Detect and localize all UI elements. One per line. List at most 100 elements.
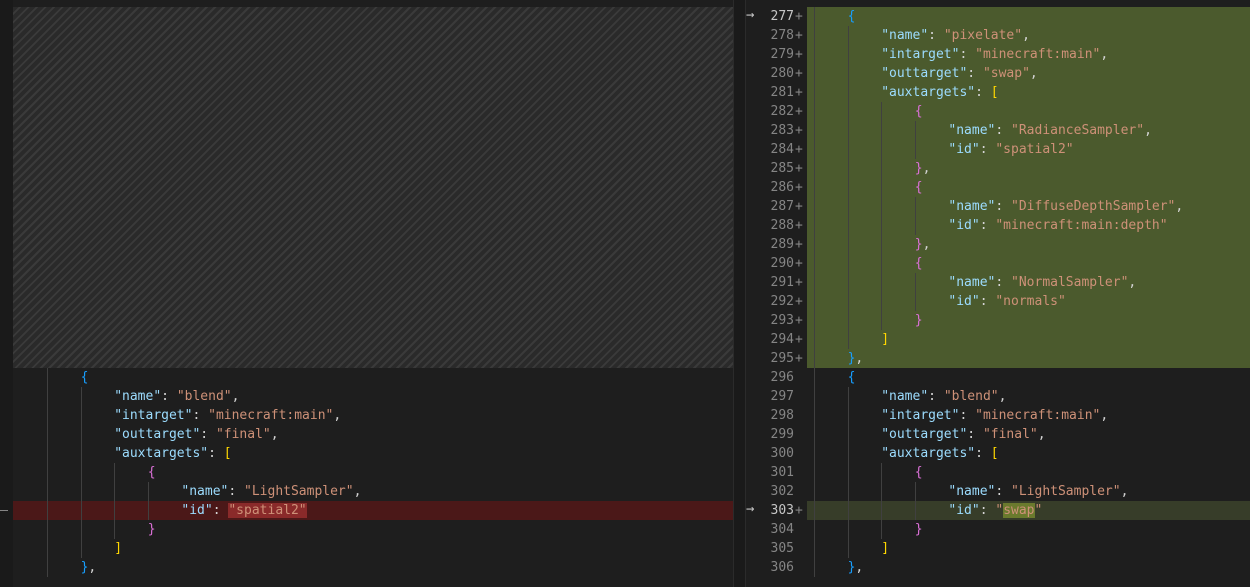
line-number: 290 <box>770 256 794 271</box>
indent-guide <box>814 330 815 349</box>
inserted-line[interactable]: 283 + "name": "RadianceSampler", <box>746 121 1250 140</box>
code-area: } <box>807 520 1250 539</box>
indent-guide <box>814 197 815 216</box>
indent-guide <box>814 520 815 539</box>
json-string: "blend" <box>176 389 232 404</box>
indent-guide <box>914 140 916 159</box>
inserted-line[interactable]: 291 + "name": "NormalSampler", <box>746 273 1250 292</box>
indent-guide <box>881 292 883 311</box>
code-line[interactable]: "name": "LightSampler", <box>13 482 733 501</box>
json-string: "spatial2" <box>995 142 1074 157</box>
indent-guide <box>80 425 82 444</box>
inserted-line[interactable]: 288 + "id": "minecraft:main:depth" <box>746 216 1250 235</box>
code-line[interactable]: "intarget": "minecraft:main", <box>13 406 733 425</box>
indent-guide <box>881 254 883 273</box>
inserted-line[interactable]: 281 + "auxtargets": [ <box>746 83 1250 102</box>
code-line[interactable]: 300 "auxtargets": [ <box>746 444 1250 463</box>
code-line[interactable]: 297 "name": "blend", <box>746 387 1250 406</box>
code-line[interactable]: ] <box>13 539 733 558</box>
inserted-line[interactable]: 280 + "outtarget": "swap", <box>746 64 1250 83</box>
modified-editor-pane[interactable]: 277 + →{278 + "name": "pixelate", 279 + "intarg… <box>746 0 1250 587</box>
json-string: " <box>995 503 1004 518</box>
code-line[interactable]: { <box>13 463 733 482</box>
code-area: { <box>807 254 1250 273</box>
code-line[interactable]: 305] <box>746 539 1250 558</box>
deleted-line[interactable]: "id": "spatial2" <box>13 501 733 520</box>
json-key: "name" <box>948 484 996 499</box>
json-key: "id" <box>948 218 980 233</box>
code-line[interactable]: } <box>13 520 733 539</box>
diff-split-sash[interactable] <box>733 0 746 587</box>
code-line[interactable]: 299 "outtarget": "final", <box>746 425 1250 444</box>
code-line[interactable]: { <box>13 368 733 387</box>
inserted-line[interactable]: 277 + →{ <box>746 7 1250 26</box>
indent-guide <box>814 482 815 501</box>
json-bracket: } <box>914 161 923 176</box>
code-line[interactable]: 306}, <box>746 558 1250 577</box>
inserted-line[interactable]: 282 + { <box>746 102 1250 121</box>
code-area: { <box>807 368 1250 387</box>
line-content: { <box>81 368 89 387</box>
indent-guide <box>114 463 116 482</box>
code-line[interactable]: "auxtargets": [ <box>13 444 733 463</box>
indent-guide <box>814 26 815 45</box>
inserted-line[interactable]: 294 +] <box>746 330 1250 349</box>
inserted-line[interactable]: 293 +} <box>746 311 1250 330</box>
indent-guide <box>147 501 149 520</box>
code-line[interactable]: 298 "intarget": "minecraft:main", <box>746 406 1250 425</box>
json-punctuation: : <box>192 408 209 423</box>
inserted-line[interactable]: 287 + "name": "DiffuseDepthSampler", <box>746 197 1250 216</box>
json-punctuation: , <box>1120 484 1129 499</box>
json-key: "intarget" <box>881 408 960 423</box>
line-number: 284 <box>770 142 794 157</box>
json-string: "blend" <box>943 389 999 404</box>
json-punctuation: : <box>200 427 216 442</box>
indent-guide <box>814 558 815 577</box>
inserted-line[interactable]: 278 + "name": "pixelate", <box>746 26 1250 45</box>
code-line[interactable]: }, <box>13 558 733 577</box>
line-content: { <box>915 254 923 273</box>
line-number: 288 <box>770 218 794 233</box>
inserted-line[interactable]: 285 +}, <box>746 159 1250 178</box>
code-line[interactable]: "outtarget": "final", <box>13 425 733 444</box>
diff-plus-marker: + <box>795 161 803 176</box>
indent-guide <box>914 273 916 292</box>
code-line[interactable]: 296 { <box>746 368 1250 387</box>
line-content: { <box>848 368 856 387</box>
indent-guide <box>814 273 815 292</box>
diff-navigation-arrow-icon[interactable]: → <box>746 6 754 25</box>
indent-guide <box>80 482 82 501</box>
line-content: "id": "spatial2" <box>948 140 1073 159</box>
code-area: "id": "minecraft:main:depth" <box>807 216 1250 235</box>
code-line[interactable]: 304} <box>746 520 1250 539</box>
json-punctuation: : <box>995 275 1012 290</box>
indent-guide <box>847 292 849 311</box>
inserted-line[interactable]: 286 + { <box>746 178 1250 197</box>
modified-line[interactable]: 303 + → "id": "swap" <box>746 501 1250 520</box>
json-bracket: { <box>914 180 923 195</box>
inserted-line[interactable]: 290 + { <box>746 254 1250 273</box>
diff-navigation-arrow-icon[interactable]: → <box>746 500 754 519</box>
partial-line-top <box>746 0 1250 7</box>
inserted-line[interactable]: 279 + "intarget": "minecraft:main", <box>746 45 1250 64</box>
indent-guide <box>914 121 916 140</box>
json-punctuation: : <box>979 142 996 157</box>
json-string: "swap" <box>982 66 1030 81</box>
json-punctuation: : <box>967 427 983 442</box>
inserted-line[interactable]: 284 + "id": "spatial2" <box>746 140 1250 159</box>
code-line[interactable]: "name": "blend", <box>13 387 733 406</box>
line-content: "id": "spatial2" <box>181 501 307 520</box>
indent-guide <box>847 444 849 463</box>
indent-guide <box>847 178 849 197</box>
diff-plus-marker: + <box>795 332 803 347</box>
inserted-line[interactable]: 292 + "id": "normals" <box>746 292 1250 311</box>
code-line[interactable]: 302 "name": "LightSampler", <box>746 482 1250 501</box>
code-line[interactable]: 301 { <box>746 463 1250 482</box>
original-editor-pane[interactable]: {"name": "blend", "intarget": "minecraft:… <box>0 0 733 587</box>
json-punctuation: , <box>88 560 97 575</box>
inserted-line[interactable]: 289 +}, <box>746 235 1250 254</box>
indent-guide <box>80 539 82 558</box>
inserted-line[interactable]: 295 +}, <box>746 349 1250 368</box>
json-key: "intarget" <box>881 47 960 62</box>
line-number: 297 <box>770 389 794 404</box>
